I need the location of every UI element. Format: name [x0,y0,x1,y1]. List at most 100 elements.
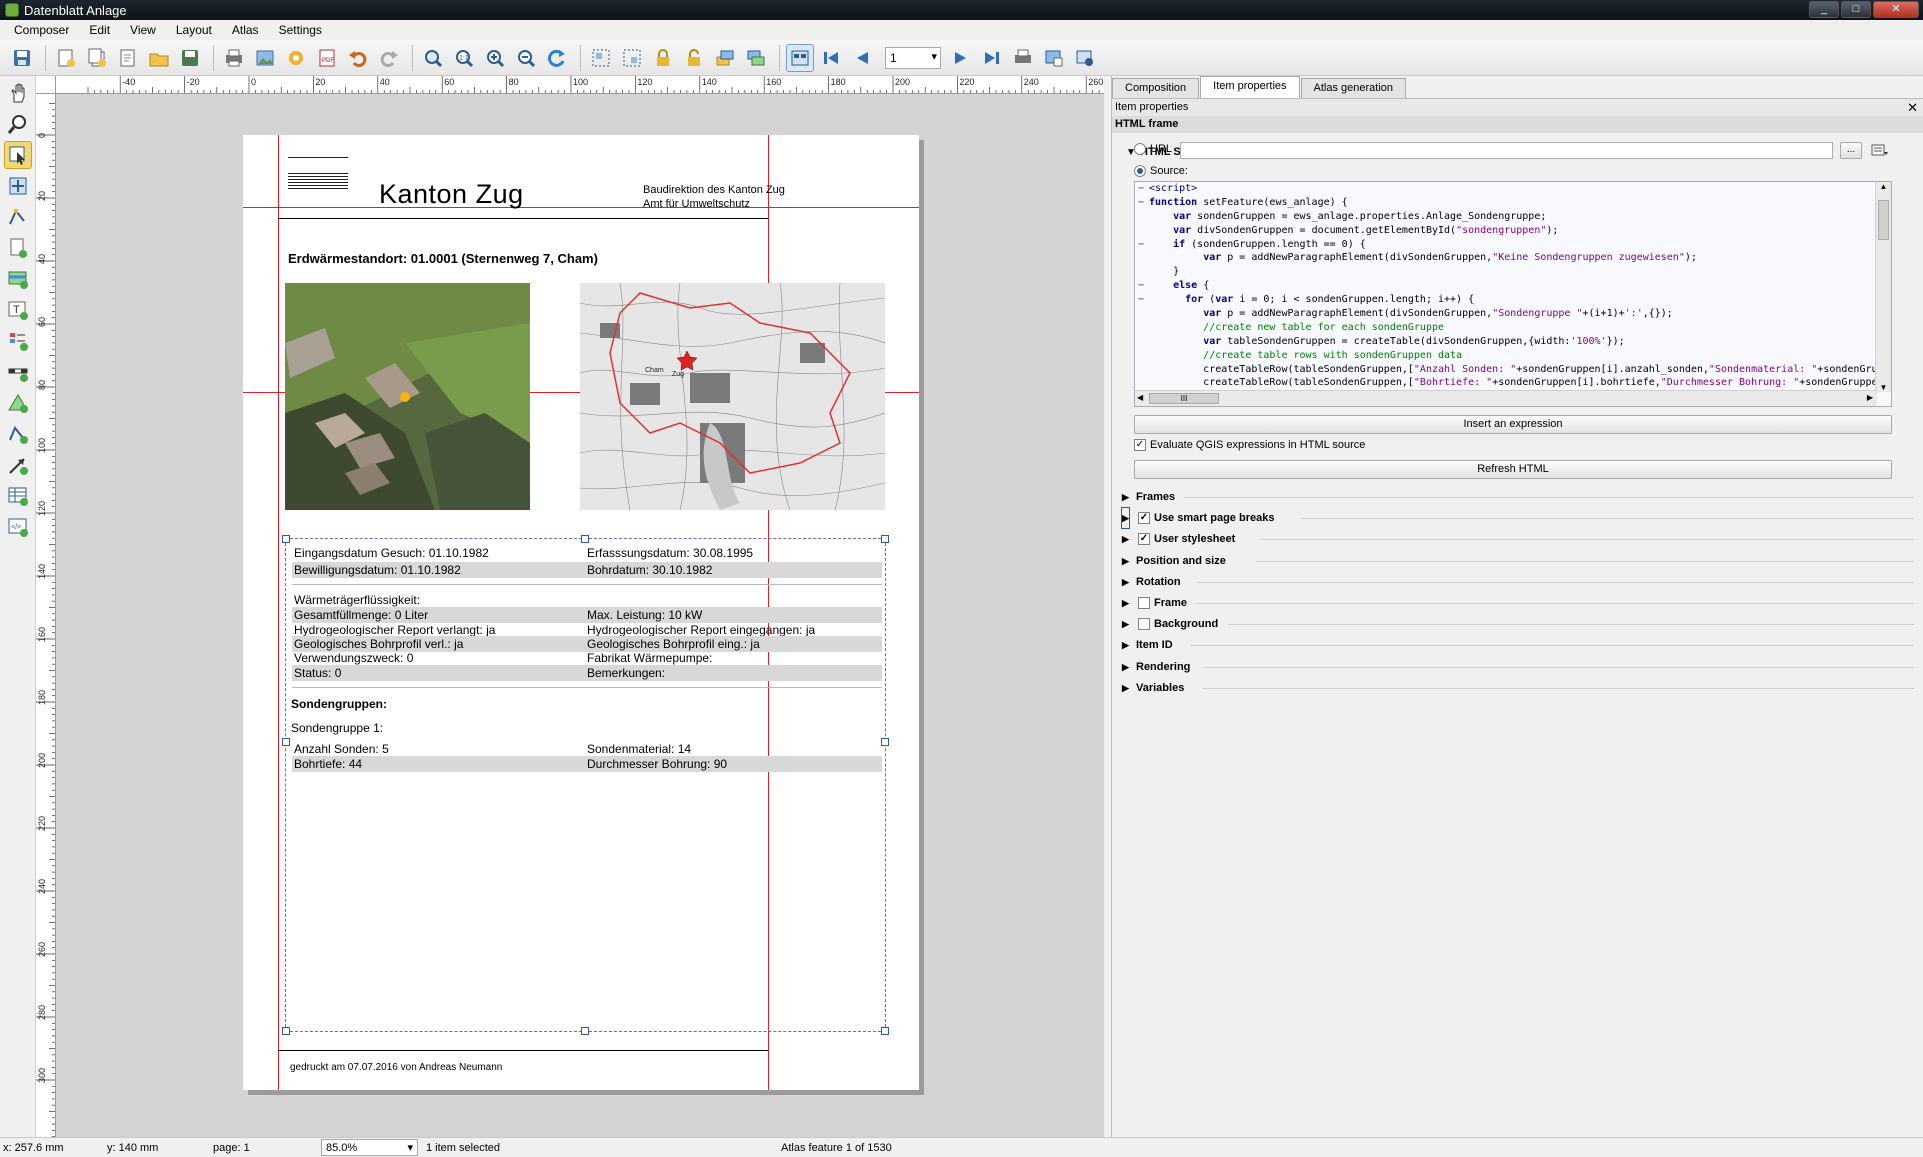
orthophoto-map[interactable] [285,283,530,510]
code-line[interactable]: var tableSondenGruppen = createTable(div… [1135,335,1877,349]
close-icon[interactable]: ✕ [1907,99,1918,116]
undo-icon[interactable] [344,44,372,72]
maximize-button[interactable]: □ [1841,1,1871,18]
scroll-left-icon[interactable]: ◀ [1137,393,1143,402]
section-position-and-size[interactable]: ▶ Position and size [1122,551,1914,571]
expand-triangle-icon[interactable]: ▶ [1122,593,1129,613]
first-feature-icon[interactable] [817,44,845,72]
scroll-up-icon[interactable]: ▲ [1876,182,1891,191]
section-variables[interactable]: ▶ Variables [1122,678,1914,698]
expand-triangle-icon[interactable]: ▶ [1122,678,1129,698]
expand-triangle-icon[interactable]: ▶ [1122,635,1129,655]
add-new-page-icon[interactable] [4,234,32,262]
menu-view[interactable]: View [120,23,166,37]
add-label-icon[interactable]: T [4,296,32,324]
add-attribute-table-icon[interactable] [4,482,32,510]
group-icon[interactable] [587,44,615,72]
menu-settings[interactable]: Settings [269,23,332,37]
add-map-icon[interactable] [4,265,32,293]
ungroup-icon[interactable] [618,44,646,72]
atlas-settings-icon[interactable] [1071,44,1099,72]
zoom-in-icon[interactable] [481,44,509,72]
editor-horizontal-scrollbar[interactable]: ◀ III ▶ [1135,390,1877,406]
data-defined-icon[interactable] [1868,142,1890,159]
zoom-out-icon[interactable] [512,44,540,72]
resize-handle-top[interactable] [581,535,589,543]
section-checkbox[interactable]: ✓ [1138,533,1150,546]
menu-layout[interactable]: Layout [166,23,222,37]
next-feature-icon[interactable] [947,44,975,72]
guide-horizontal-top[interactable] [243,207,919,208]
url-browse-button[interactable]: ... [1840,142,1862,159]
menu-atlas[interactable]: Atlas [222,23,269,37]
expand-triangle-icon[interactable]: ▶ [1122,614,1129,634]
zoom-select[interactable]: 85.0% [321,1139,418,1156]
code-line[interactable]: createTableRow(tableSondenGruppen,["Bohr… [1135,376,1877,390]
lock-icon[interactable] [649,44,677,72]
insert-expression-button[interactable]: Insert an expression [1134,415,1892,434]
open-template-icon[interactable] [145,44,173,72]
add-arrow-icon[interactable] [4,451,32,479]
vertical-scroll-thumb[interactable] [1878,200,1889,240]
atlas-preview-icon[interactable] [786,43,814,72]
section-user-stylesheet[interactable]: ▶ ✓ User stylesheet [1122,529,1914,549]
guide-vertical-left[interactable] [278,135,279,1090]
minimize-button[interactable]: _ [1809,1,1839,18]
atlas-page-select[interactable]: 1 [885,46,941,69]
close-window-button[interactable]: ✕ [1873,1,1919,18]
resize-handle-right[interactable] [881,738,889,746]
print-atlas-icon[interactable] [1009,44,1037,72]
expand-triangle-icon[interactable]: ▶ [1122,572,1129,592]
export-svg-icon[interactable] [282,44,310,72]
code-line[interactable]: − if (sondenGruppen.length == 0) { [1135,238,1877,252]
url-radio[interactable] [1134,143,1146,155]
source-radio[interactable] [1134,165,1146,177]
add-nodes-item-icon[interactable] [4,420,32,448]
section-frames[interactable]: ▶ Frames [1122,487,1914,507]
resize-handle-bottom[interactable] [581,1027,589,1035]
export-pdf-icon[interactable]: PDF [313,44,341,72]
select-move-item-icon[interactable] [4,141,32,169]
html-frame-item[interactable]: Eingangsdatum Gesuch: 01.10.1982 Erfasss… [282,535,889,1035]
html-source-editor[interactable]: − <script> − function setFeature(ews_anlage… [1134,181,1892,407]
add-legend-icon[interactable] [4,327,32,355]
editor-vertical-scrollbar[interactable]: ▲ ▼ [1875,182,1891,392]
section-frame[interactable]: ▶ Frame [1122,593,1914,613]
section-rotation[interactable]: ▶ Rotation [1122,572,1914,592]
expand-triangle-icon[interactable]: ▶ [1122,487,1129,507]
new-composer-icon[interactable] [52,44,80,72]
code-line[interactable]: //create new table for each sondenGruppe [1135,321,1877,335]
code-line[interactable]: var sondenGruppen = ews_anlage.propertie… [1135,210,1877,224]
zoom-actual-icon[interactable]: 1:1 [450,44,478,72]
move-item-content-icon[interactable] [4,172,32,200]
resize-handle-bottom-right[interactable] [881,1027,889,1035]
expand-triangle-icon[interactable]: ▶ [1121,507,1130,530]
align-items-icon[interactable] [742,44,770,72]
code-line[interactable]: var p = addNewParagraphElement(divSonden… [1135,251,1877,265]
redo-icon[interactable] [375,44,403,72]
add-shape-icon[interactable] [4,389,32,417]
raise-items-icon[interactable] [711,44,739,72]
code-line[interactable]: − else { [1135,279,1877,293]
add-scalebar-icon[interactable] [4,358,32,386]
scroll-right-icon[interactable]: ▶ [1867,393,1873,402]
expand-triangle-icon[interactable]: ▶ [1122,551,1129,571]
save-icon[interactable] [8,44,36,72]
menu-composer[interactable]: Composer [4,23,79,37]
url-input[interactable] [1180,142,1833,159]
code-area[interactable]: − <script> − function setFeature(ews_anlage… [1135,182,1877,392]
section-rendering[interactable]: ▶ Rendering [1122,657,1914,677]
section-item-id[interactable]: ▶ Item ID [1122,635,1914,655]
menu-edit[interactable]: Edit [79,23,120,37]
code-line[interactable]: − <script> [1135,182,1877,196]
resize-handle-top-right[interactable] [881,535,889,543]
code-line[interactable]: var divSondenGruppen = document.getEleme… [1135,224,1877,238]
composer-manager-icon[interactable] [114,44,142,72]
code-line[interactable]: − function setFeature(ews_anlage) { [1135,196,1877,210]
section-background[interactable]: ▶ Background [1122,614,1914,634]
layout-page[interactable]: Kanton Zug Baudirektion des Kanton Zug A… [243,135,919,1090]
save-template-icon[interactable] [176,44,204,72]
add-html-frame-icon[interactable]: </> [4,513,32,541]
evaluate-expressions-checkbox[interactable]: ✓ [1134,439,1146,451]
horizontal-scroll-thumb[interactable]: III [1149,393,1219,404]
